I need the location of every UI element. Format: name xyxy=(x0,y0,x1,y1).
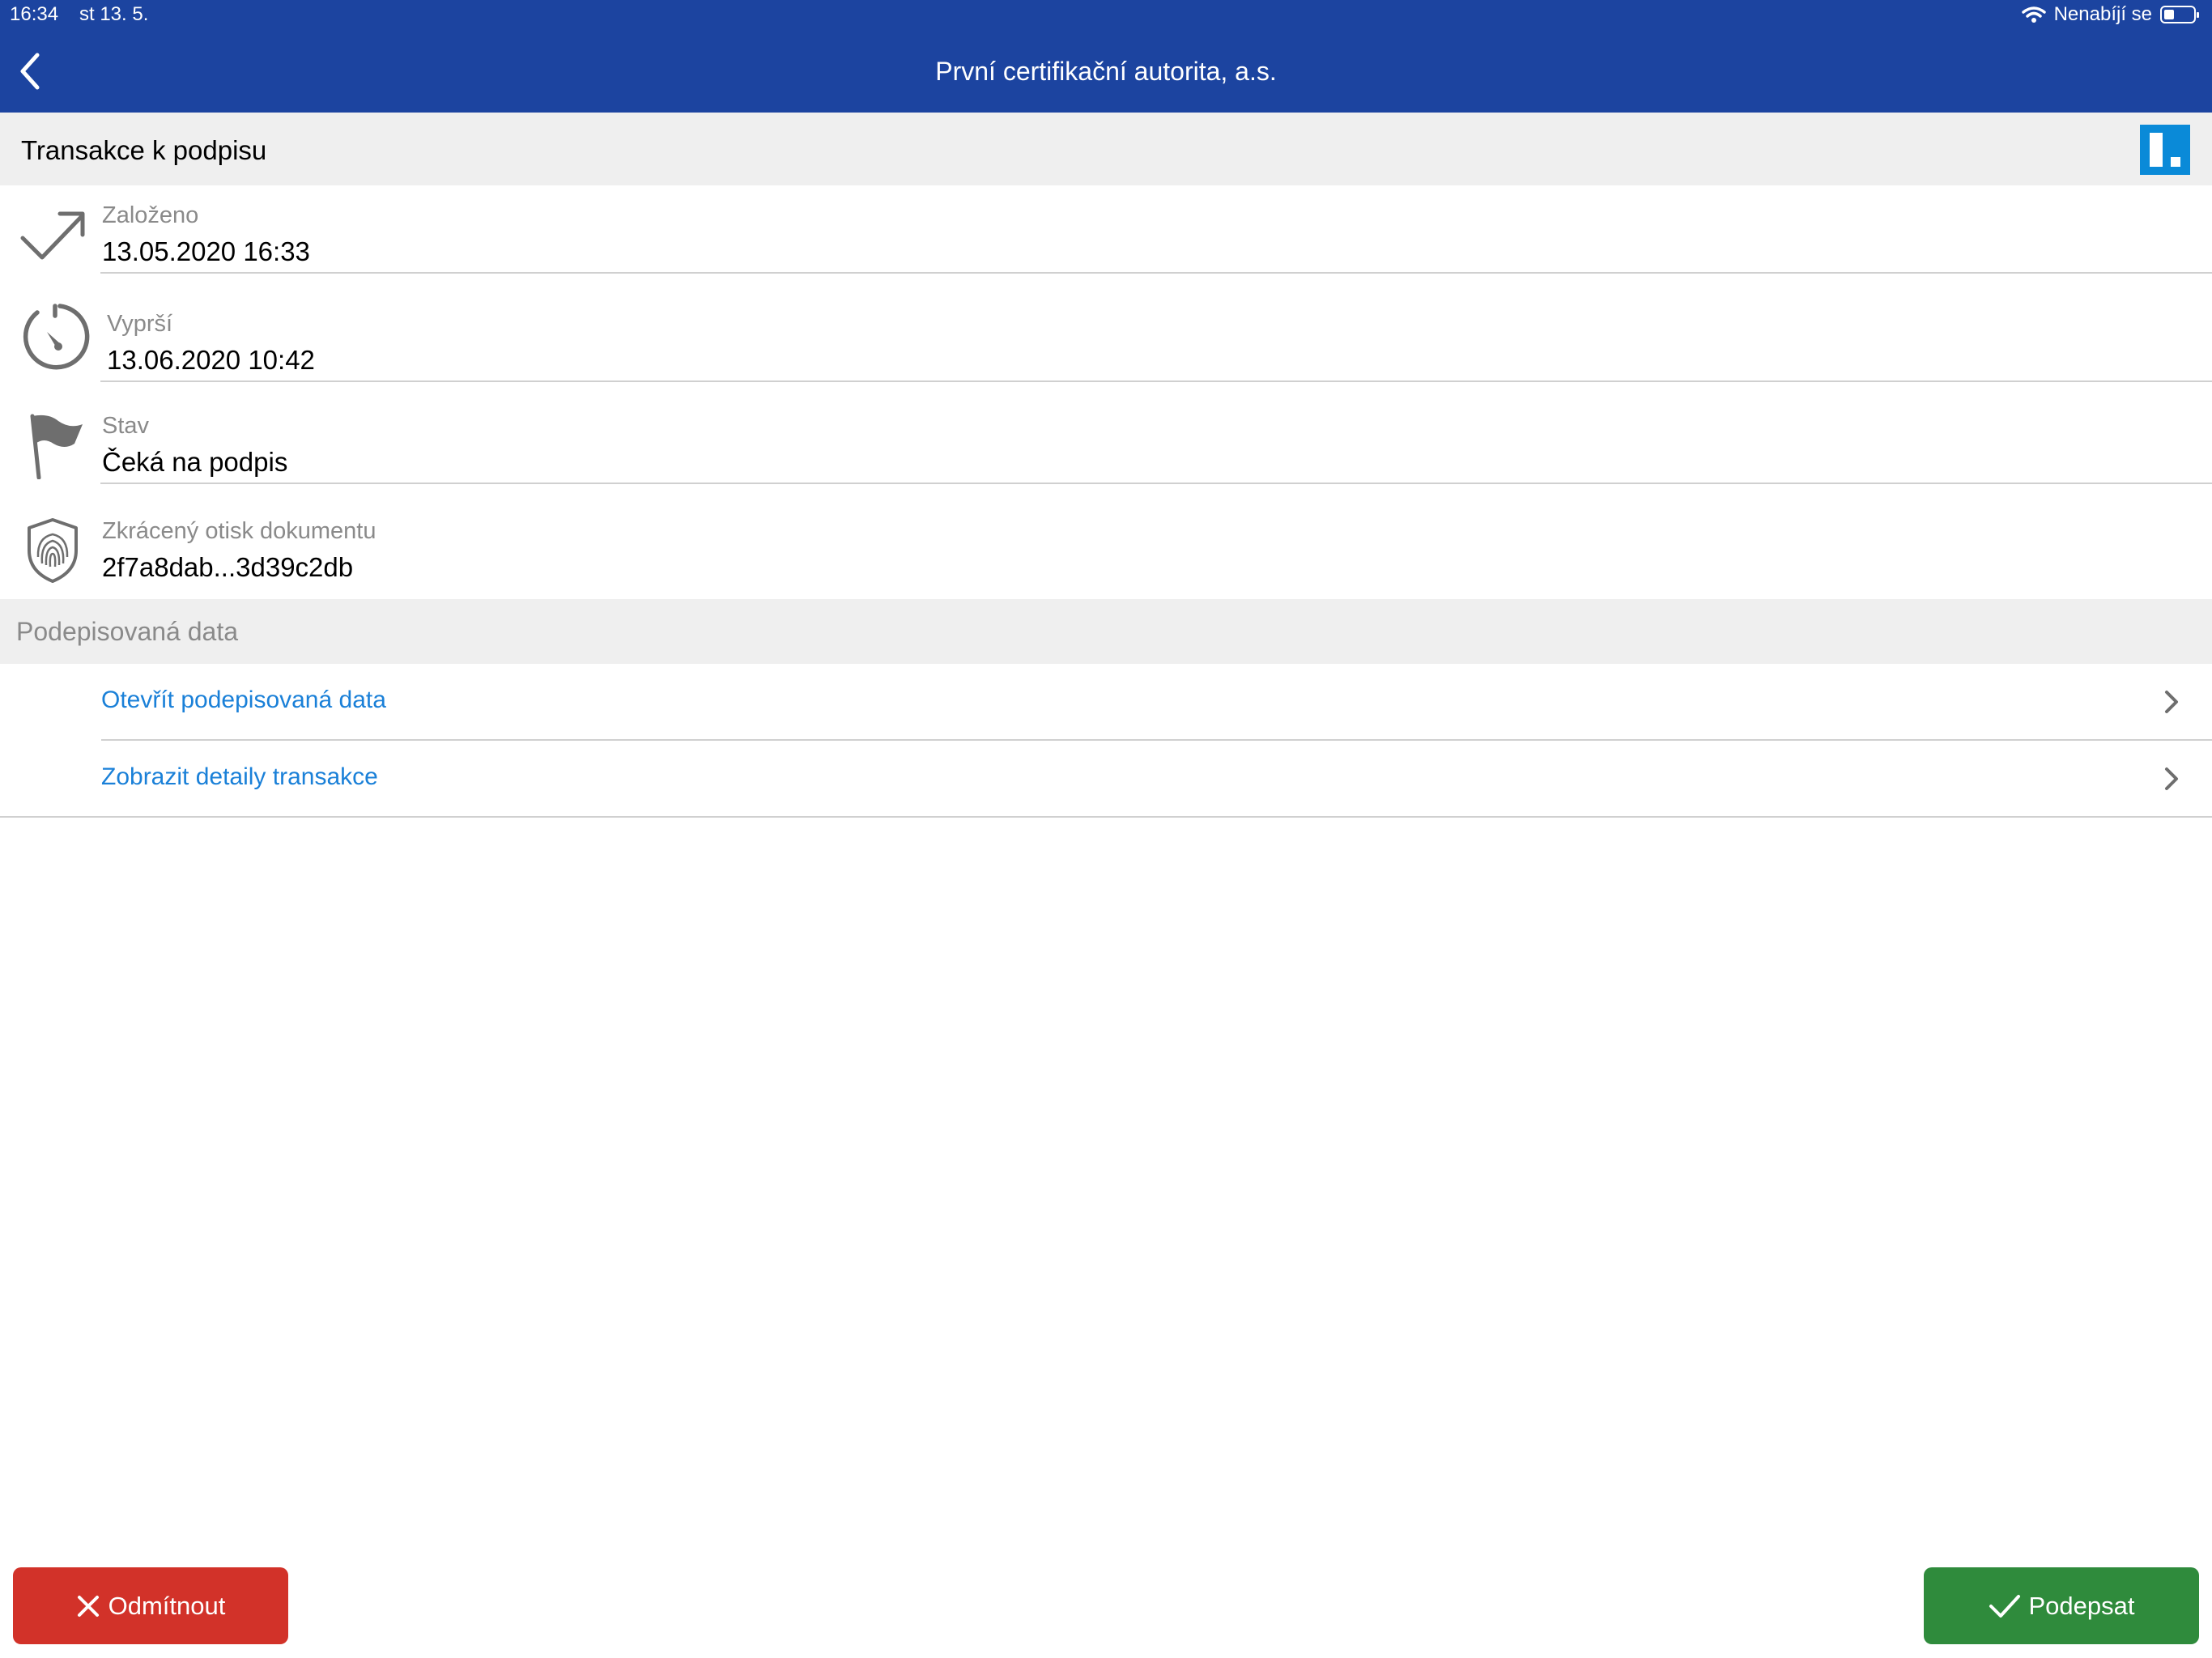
charging-status: Nenabíjí se xyxy=(2053,3,2152,25)
expires-value: 13.06.2020 10:42 xyxy=(107,345,315,375)
wifi-icon xyxy=(2021,6,2046,23)
sign-button[interactable]: Podepsat xyxy=(1924,1567,2199,1644)
expires-field: Vyprší 13.06.2020 10:42 xyxy=(0,274,2212,382)
state-label: Stav xyxy=(102,413,150,439)
navigation-bar: 16:34 st 13. 5. Nenabíjí se První certif… xyxy=(0,0,2212,113)
trend-arrow-icon xyxy=(20,211,85,260)
page-title: První certifikační autorita, a.s. xyxy=(935,57,1277,86)
ica-logo-icon xyxy=(2140,125,2190,175)
created-label: Založeno xyxy=(102,202,199,228)
reject-button[interactable]: Odmítnout xyxy=(13,1567,288,1644)
close-icon xyxy=(77,1595,99,1617)
created-field: Založeno 13.05.2020 16:33 xyxy=(0,186,2212,274)
checkmark-icon xyxy=(1989,1594,2020,1618)
open-signed-data-label: Otevřít podepisovaná data xyxy=(101,687,386,713)
signed-data-header: Podepisovaná data xyxy=(0,599,2212,664)
created-value: 13.05.2020 16:33 xyxy=(102,236,310,266)
open-signed-data-link[interactable]: Otevřít podepisovaná data xyxy=(0,664,2212,741)
fingerprint-field: Zkrácený otisk dokumentu 2f7a8dab...3d39… xyxy=(0,484,2212,599)
battery-icon xyxy=(2160,6,2199,23)
reject-label: Odmítnout xyxy=(108,1591,226,1620)
expires-label: Vyprší xyxy=(107,311,173,337)
fingerprint-value: 2f7a8dab...3d39c2db xyxy=(102,552,354,582)
status-date: st 13. 5. xyxy=(79,3,149,25)
transaction-details-link[interactable]: Zobrazit detaily transakce xyxy=(0,741,2212,818)
flag-icon xyxy=(30,414,83,479)
fingerprint-shield-icon xyxy=(28,518,78,583)
state-field: Stav Čeká na podpis xyxy=(0,382,2212,484)
fingerprint-label: Zkrácený otisk dokumentu xyxy=(102,518,376,544)
section-title: Transakce k podpisu xyxy=(21,135,267,165)
chevron-right-icon xyxy=(2165,767,2178,790)
timer-icon xyxy=(23,304,90,370)
state-value: Čeká na podpis xyxy=(102,447,288,477)
section-header: Transakce k podpisu xyxy=(0,113,2212,185)
transaction-details-label: Zobrazit detaily transakce xyxy=(101,763,378,790)
signed-data-title: Podepisovaná data xyxy=(16,617,238,646)
status-time: 16:34 xyxy=(10,3,59,25)
sign-label: Podepsat xyxy=(2028,1591,2135,1620)
status-indicators: Nenabíjí se xyxy=(2021,3,2199,26)
chevron-right-icon xyxy=(2165,691,2178,713)
divider xyxy=(0,816,2212,818)
